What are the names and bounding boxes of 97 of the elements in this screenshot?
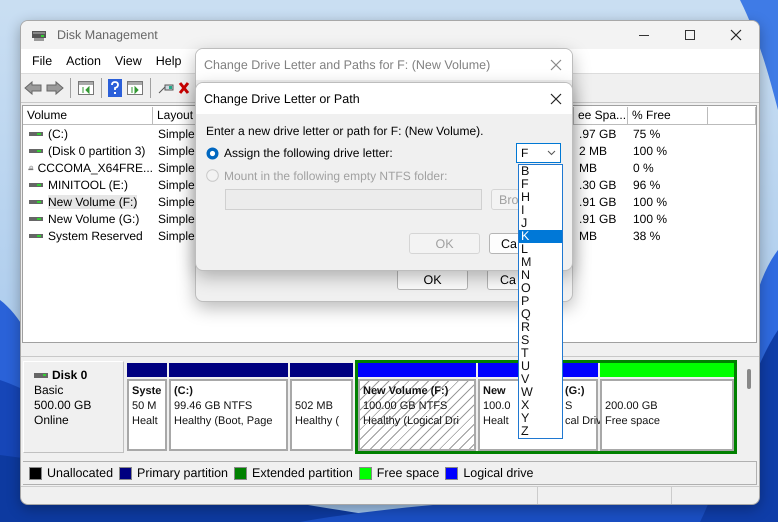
table-cell-text: .91 GB [578, 194, 618, 208]
disk-size: 500.00 GB [34, 398, 92, 413]
partition-status: Healt [483, 414, 509, 429]
dialog-title: Change Drive Letter and Paths for F: (New Volume) [204, 58, 490, 72]
list-item[interactable]: Y [519, 412, 562, 425]
list-item[interactable]: O [519, 282, 562, 295]
partition-size: 99.46 GB NTFS [174, 399, 252, 414]
table-cell-text: Simple [157, 126, 196, 140]
list-item[interactable]: B [519, 165, 562, 178]
partition-title: Syste [132, 384, 162, 399]
table-cell-text: 75 % [632, 126, 662, 140]
window-title: Disk Management [57, 28, 158, 42]
partition-size: 200.00 GB [605, 399, 658, 414]
partition-title: (G:) [565, 384, 585, 399]
table-cell-text: 2 MB [578, 144, 608, 158]
ok-button[interactable]: OK [397, 269, 468, 290]
partition-size: 502 MB [295, 399, 333, 414]
drive-name[interactable]: New Volume (G:) [48, 212, 140, 226]
table-cell-text: .97 GB [578, 126, 618, 140]
table-cell-text: Simple [157, 228, 196, 242]
list-item[interactable]: I [519, 204, 562, 217]
legend-label: Logical drive [463, 466, 534, 480]
list-item[interactable]: M [519, 256, 562, 269]
table-cell-text: 100 % [632, 194, 668, 208]
table-cell-text: .30 GB [578, 178, 618, 192]
menu-item[interactable]: Help [148, 51, 188, 71]
partition-size: 50 M [132, 399, 156, 414]
list-item[interactable]: S [519, 334, 562, 347]
list-item[interactable]: X [519, 399, 562, 412]
table-cell-text: MB [578, 228, 598, 242]
list-item[interactable]: T [519, 347, 562, 360]
list-item[interactable]: K [519, 230, 562, 243]
partition-status: Healthy ( [295, 414, 340, 429]
partition-status: Healthy (Logical Dri [363, 414, 459, 429]
dialog-title: Change Drive Letter or Path [204, 92, 360, 106]
list-item[interactable]: J [519, 217, 562, 230]
list-item[interactable]: Z [519, 425, 562, 438]
list-item[interactable]: L [519, 243, 562, 256]
table-cell-text: Simple [157, 160, 196, 174]
table-cell-text: Simple [157, 212, 196, 226]
drive-name[interactable]: System Reserved [48, 228, 143, 242]
drive-name[interactable]: (C:) [48, 126, 68, 140]
table-cell-text: .91 GB [578, 212, 618, 226]
drive-name[interactable]: CCCOMA_X64FRE... [38, 160, 153, 174]
option-label: Mount in the following empty NTFS folder: [224, 168, 448, 182]
partition-box[interactable]: Syste 50 M Healt [127, 379, 167, 451]
column-header[interactable]: ee Spa... [574, 106, 628, 124]
column-header[interactable]: % Free [628, 106, 708, 124]
table-cell-text: 100 % [632, 212, 668, 226]
list-item[interactable]: R [519, 321, 562, 334]
list-item[interactable]: W [519, 386, 562, 399]
list-item[interactable]: V [519, 373, 562, 386]
drive-name[interactable]: MINITOOL (E:) [48, 178, 128, 192]
legend-label: Extended partition [252, 466, 353, 480]
table-cell-text: Simple [157, 194, 196, 208]
partition-size: S [565, 399, 572, 414]
disk-name: Disk 0 [52, 368, 88, 383]
partition-title: New Volume (F:) [363, 384, 448, 399]
partition-box[interactable]: 200.00 GB Free space [600, 379, 734, 451]
table-cell-text: 38 % [632, 228, 662, 242]
table-cell-text: 96 % [632, 178, 662, 192]
column-header[interactable]: Volume [23, 106, 153, 124]
table-cell-text: Simple [157, 144, 196, 158]
table-cell-text: Simple [157, 178, 196, 192]
disk-status: Online [34, 413, 70, 428]
partition-box[interactable]: New Volume (F:) 100.00 GB NTFS Healthy (Logical Dri [358, 379, 476, 451]
drive-letter-dropdown[interactable]: F [516, 143, 561, 163]
list-item[interactable]: U [519, 360, 562, 373]
table-cell-text: 100 % [632, 144, 668, 158]
table-cell-text: MB [578, 160, 598, 174]
table-cell-text: 0 % [632, 160, 655, 174]
partition-size: 100.0 [483, 399, 511, 414]
partition-size: 100.00 GB NTFS [363, 399, 448, 414]
drive-name[interactable]: (Disk 0 partition 3) [48, 144, 146, 158]
partition-status: Free space [605, 414, 660, 429]
legend-label: Primary partition [137, 466, 228, 480]
partition-box[interactable]: 502 MB Healthy ( [290, 379, 353, 451]
disk-type: Basic [34, 383, 64, 398]
menu-item[interactable]: Action [59, 51, 108, 71]
drive-name[interactable]: New Volume (F:) [48, 194, 138, 208]
partition-status: Healt [132, 414, 158, 429]
partition-box[interactable]: (C:) 99.46 GB NTFS Healthy (Boot, Page [169, 379, 288, 451]
legend-label: Unallocated [47, 466, 114, 480]
option-label: Assign the following drive letter: [224, 146, 393, 160]
disk-label-panel[interactable]: Disk 0 Basic 500.00 GB Online [23, 361, 124, 453]
list-item[interactable]: H [519, 191, 562, 204]
partition-title: New [483, 384, 506, 399]
partition-title: (C:) [174, 384, 193, 399]
list-item[interactable]: F [519, 178, 562, 191]
legend-label: Free space [376, 466, 440, 480]
list-item[interactable]: Q [519, 308, 562, 321]
menu-item[interactable]: File [25, 51, 60, 71]
prompt-text: Enter a new drive letter or path for F: (New Volume). [206, 124, 484, 138]
menu-item[interactable]: View [108, 51, 149, 71]
list-item[interactable]: P [519, 295, 562, 308]
partition-status: Healthy (Boot, Page [174, 414, 272, 429]
list-item[interactable]: N [519, 269, 562, 282]
